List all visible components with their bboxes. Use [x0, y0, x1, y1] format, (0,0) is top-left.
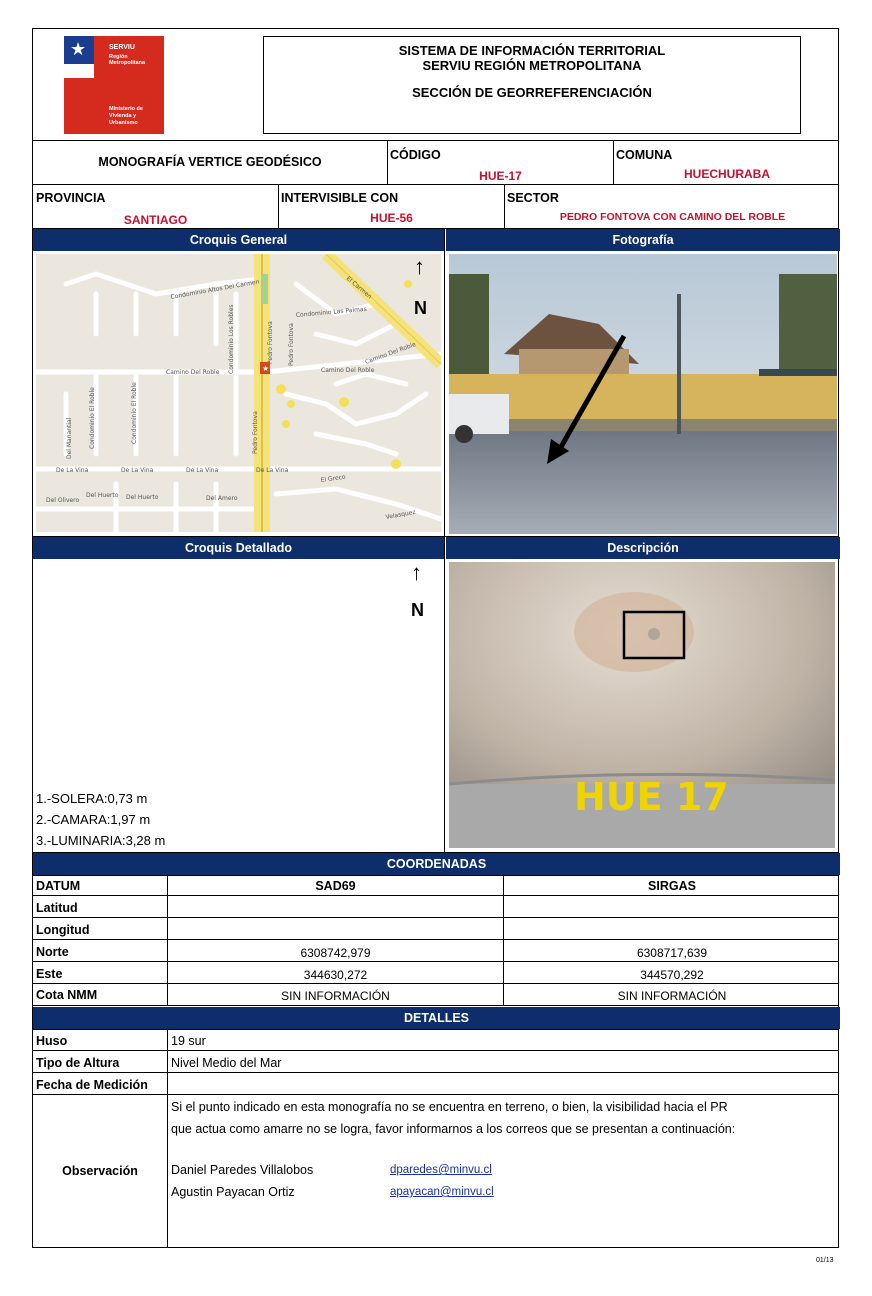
- fecha-label: Fecha de Medición: [36, 1078, 148, 1092]
- detailed-north-label: N: [411, 600, 424, 620]
- fotografia-photo: [449, 254, 837, 534]
- note-luminaria: 3.-LUMINARIA:3,28 m: [36, 833, 166, 848]
- intervisible-label: INTERVISIBLE CON: [281, 191, 399, 205]
- provincia-label: PROVINCIA: [36, 191, 106, 205]
- contact-name-2: Agustin Payacan Ortiz: [171, 1185, 295, 1199]
- svg-text:Condominio El Roble: Condominio El Roble: [89, 387, 96, 449]
- note-solera: 1.-SOLERA:0,73 m: [36, 791, 148, 806]
- altura-value: Nivel Medio del Mar: [171, 1056, 282, 1070]
- este-sad69: 344630,272: [303, 968, 368, 982]
- row-label-este: Este: [36, 967, 63, 981]
- intervisible-value: HUE-56: [370, 211, 413, 225]
- descripcion-photo: HUE 17: [449, 562, 835, 848]
- star-icon: ★: [70, 39, 87, 59]
- comuna-label: COMUNA: [616, 148, 673, 162]
- observacion-label: Observación: [62, 1164, 138, 1178]
- contact-name-1: Daniel Paredes Villalobos: [171, 1163, 314, 1177]
- cota-sirgas: SIN INFORMACIÓN: [617, 989, 727, 1003]
- svg-text:De La Vina: De La Vina: [186, 467, 219, 474]
- svg-text:Camino Del Roble: Camino Del Roble: [166, 369, 220, 376]
- svg-text:Pedro Fontova: Pedro Fontova: [267, 321, 274, 364]
- cota-sad69: SIN INFORMACIÓN: [281, 989, 390, 1003]
- datum-label: DATUM: [36, 879, 81, 893]
- svg-text:De La Vina: De La Vina: [256, 467, 289, 474]
- section-fotografia: Fotografía: [446, 229, 840, 251]
- logo-ministry: Ministerio de Vivienda y Urbanismo: [109, 106, 143, 126]
- observacion-line2: que actua como amarre no se logra, favor…: [171, 1122, 736, 1136]
- este-sirgas: 344570,292: [640, 968, 704, 982]
- page-number: 01/13: [816, 1257, 834, 1264]
- huso-label: Huso: [36, 1034, 68, 1048]
- north-label: N: [414, 298, 427, 318]
- svg-text:Condominio Los Robles: Condominio Los Robles: [228, 304, 235, 374]
- note-camara: 2.-CAMARA:1,97 m: [36, 812, 151, 827]
- monografia-title: MONOGRAFÍA VERTICE GEODÉSICO: [98, 155, 322, 169]
- svg-text:Del Huerto: Del Huerto: [86, 492, 119, 499]
- svg-text:De La Vina: De La Vina: [121, 467, 154, 474]
- datum-sirgas: SIRGAS: [648, 879, 696, 893]
- svg-text:Del Amero: Del Amero: [206, 495, 238, 502]
- header-title-box: SISTEMA DE INFORMACIÓN TERRITORIAL SERVI…: [263, 36, 801, 134]
- svg-text:Condominio El Roble: Condominio El Roble: [131, 382, 138, 444]
- row-label-cota: Cota NMM: [36, 988, 98, 1002]
- norte-sirgas: 6308717,639: [636, 946, 708, 960]
- header-title-line1: SISTEMA DE INFORMACIÓN TERRITORIAL: [398, 43, 666, 58]
- detailed-north-arrow-icon: ↑: [411, 560, 422, 585]
- serviu-logo: ★ SERVIU Región Metropolitana Ministerio…: [64, 36, 164, 134]
- contact-email-2[interactable]: apayacan@minvu.cl: [390, 1186, 494, 1198]
- header-title-line3: SECCIÓN DE GEORREFERENCIACIÓN: [412, 85, 652, 100]
- sector-value: PEDRO FONTOVA CON CAMINO DEL ROBLE: [559, 211, 786, 223]
- huso-value: 19 sur: [171, 1034, 206, 1048]
- altura-label: Tipo de Altura: [36, 1056, 120, 1070]
- section-detalles: DETALLES: [33, 1007, 840, 1029]
- comuna-value: HUECHURABA: [684, 167, 770, 181]
- row-label-latitud: Latitud: [36, 901, 78, 915]
- logo-text: SERVIU: [109, 44, 135, 51]
- observacion-line1: Si el punto indicado en esta monografía …: [171, 1100, 728, 1114]
- codigo-value: HUE-17: [479, 169, 522, 183]
- header-title-line2: SERVIU REGIÓN METROPOLITANA: [422, 58, 642, 73]
- svg-text:Pedro Fontova: Pedro Fontova: [288, 323, 295, 366]
- logo-subtext: Región Metropolitana: [109, 54, 146, 66]
- croquis-general-map: Condominio Altos Del Carmen Condominio L…: [36, 254, 441, 532]
- norte-sad69: 6308742,979: [300, 946, 371, 960]
- svg-text:De La Vina: De La Vina: [56, 467, 89, 474]
- svg-text:Del Olivero: Del Olivero: [46, 497, 80, 504]
- section-coordenadas: COORDENADAS: [33, 853, 840, 875]
- svg-text:Pedro Fontova: Pedro Fontova: [252, 411, 259, 454]
- svg-text:Del Huerto: Del Huerto: [126, 494, 159, 501]
- north-arrow-icon: ↑: [414, 254, 425, 279]
- row-label-norte: Norte: [36, 945, 69, 959]
- section-croquis-general: Croquis General: [33, 229, 444, 251]
- svg-text:Camino Del Roble: Camino Del Roble: [321, 367, 375, 374]
- codigo-label: CÓDIGO: [390, 148, 441, 162]
- row-label-longitud: Longitud: [36, 923, 90, 937]
- section-descripcion: Descripción: [446, 537, 840, 559]
- section-croquis-detallado: Croquis Detallado: [33, 537, 444, 559]
- datum-sad69: SAD69: [315, 879, 356, 893]
- provincia-value: SANTIAGO: [123, 213, 188, 227]
- svg-text:Del Manantial: Del Manantial: [66, 417, 73, 459]
- monograph-sheet: ★ SERVIU Región Metropolitana Ministerio…: [32, 28, 840, 1248]
- contact-email-1[interactable]: dparedes@minvu.cl: [390, 1164, 492, 1176]
- sector-label: SECTOR: [507, 191, 559, 205]
- svg-text:★: ★: [262, 364, 269, 373]
- painted-code: HUE 17: [574, 775, 729, 819]
